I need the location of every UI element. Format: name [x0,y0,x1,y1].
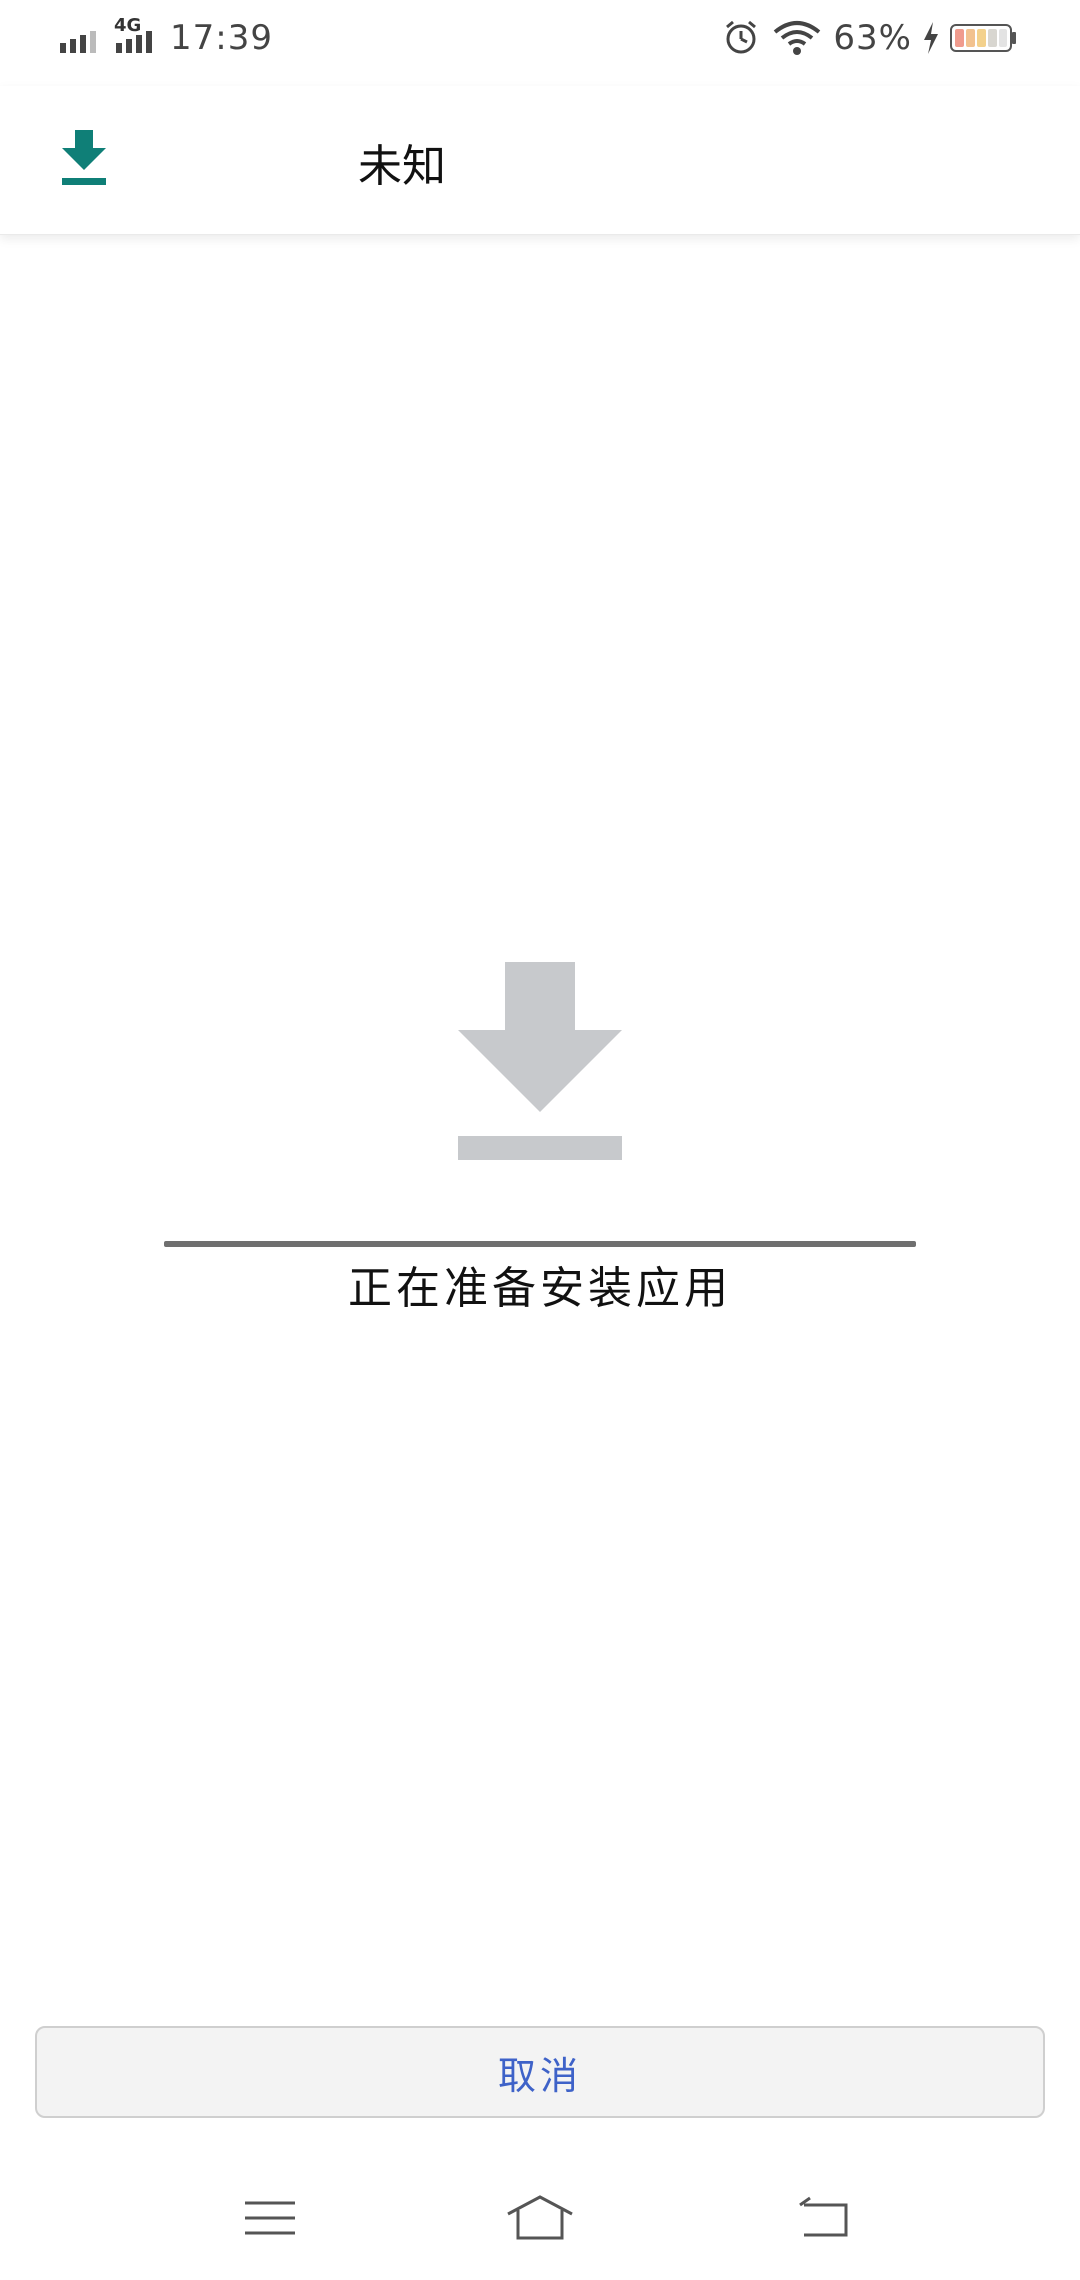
menu-icon [245,2201,295,2235]
wifi-icon [774,21,821,55]
status-left: 4G 17:39 [58,15,273,58]
navigation-bar [0,2158,1080,2280]
download-icon [458,962,622,1160]
status-time: 17:39 [170,18,273,58]
app-header: 未知 [0,86,1080,235]
menu-button[interactable] [230,2190,310,2246]
status-bar: 4G 17:39 63% [0,0,1080,86]
status-right: 63% [721,18,1018,58]
cancel-button[interactable]: 取消 [35,2026,1045,2118]
install-status-text: 正在准备安装应用 [348,1263,732,1314]
back-icon [799,2196,848,2237]
signal-4g-icon: 4G [114,15,160,55]
alarm-icon [726,20,757,54]
download-icon [62,130,106,185]
screen: 4G 17:39 63% 未知 正在准备安装应用 取消 [0,0,1080,2280]
home-icon [507,2195,573,2240]
battery-icon [950,24,1016,52]
progress-bar-track [164,1241,916,1247]
home-button[interactable] [500,2190,580,2246]
page-title: 未知 [358,141,446,192]
signal-icon [60,31,96,53]
progress-bar [164,1241,916,1247]
main-content: 正在准备安装应用 [0,234,1080,2014]
back-button[interactable] [784,2190,864,2246]
battery-percent: 63% [833,18,912,58]
charging-icon [924,22,938,54]
